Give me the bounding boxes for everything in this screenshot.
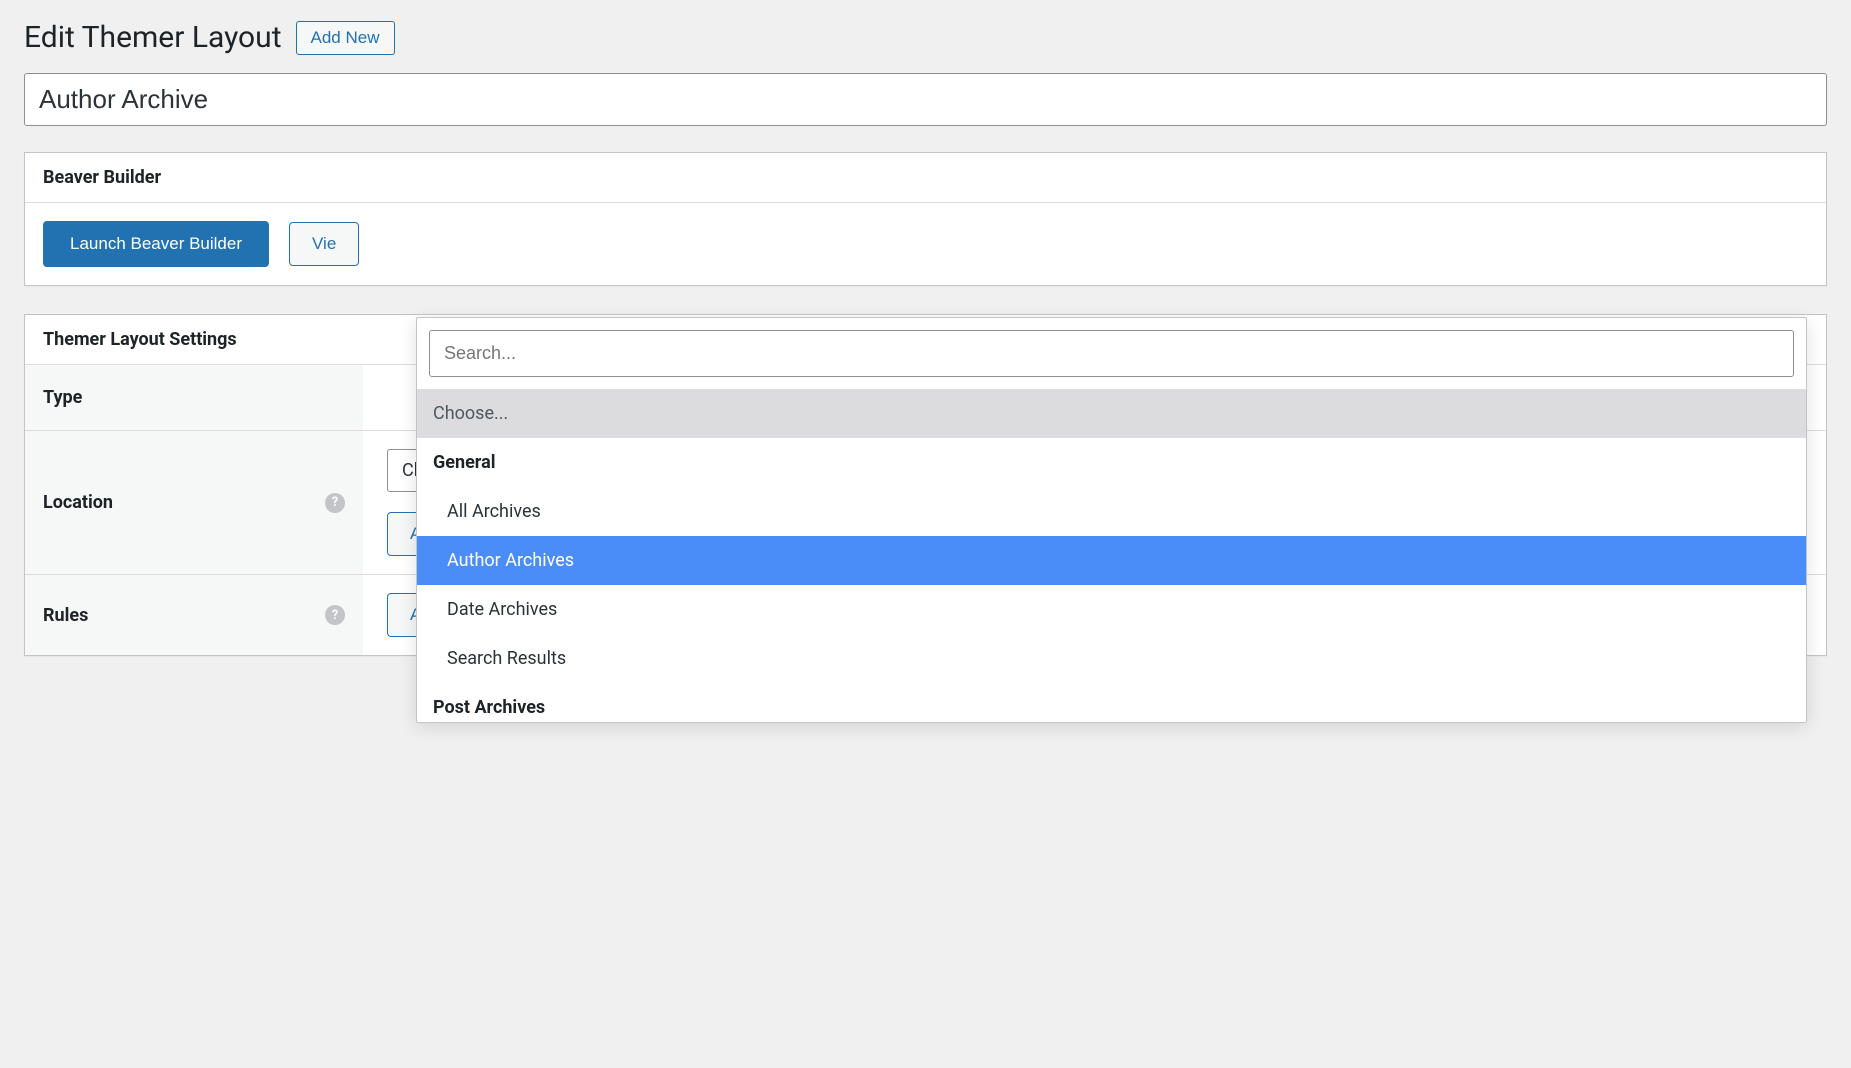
dropdown-option-date-archives[interactable]: Date Archives xyxy=(417,585,1806,634)
dropdown-group-post-archives: Post Archives xyxy=(417,683,1806,722)
type-label: Type xyxy=(25,365,363,431)
location-label: Location ? xyxy=(25,431,363,575)
panel-heading-beaver: Beaver Builder xyxy=(25,153,1826,203)
location-dropdown-panel: Choose... General All Archives Author Ar… xyxy=(416,317,1807,723)
rules-label-text: Rules xyxy=(43,605,88,626)
dropdown-search-input[interactable] xyxy=(429,330,1794,377)
post-title-input[interactable] xyxy=(24,73,1827,126)
dropdown-option-all-archives[interactable]: All Archives xyxy=(417,487,1806,536)
location-label-text: Location xyxy=(43,492,113,513)
help-icon[interactable]: ? xyxy=(325,605,345,625)
rules-label: Rules ? xyxy=(25,575,363,656)
dropdown-option-author-archives[interactable]: Author Archives xyxy=(417,536,1806,585)
help-icon[interactable]: ? xyxy=(325,493,345,513)
add-new-button[interactable]: Add New xyxy=(296,21,395,55)
type-label-text: Type xyxy=(43,387,82,408)
page-title: Edit Themer Layout xyxy=(24,20,282,55)
dropdown-option-search-results[interactable]: Search Results xyxy=(417,634,1806,683)
dropdown-option-choose[interactable]: Choose... xyxy=(417,389,1806,438)
dropdown-group-general: General xyxy=(417,438,1806,487)
beaver-builder-panel: Beaver Builder Launch Beaver Builder Vie xyxy=(24,152,1827,286)
launch-beaver-builder-button[interactable]: Launch Beaver Builder xyxy=(43,221,269,267)
view-button[interactable]: Vie xyxy=(289,222,359,266)
